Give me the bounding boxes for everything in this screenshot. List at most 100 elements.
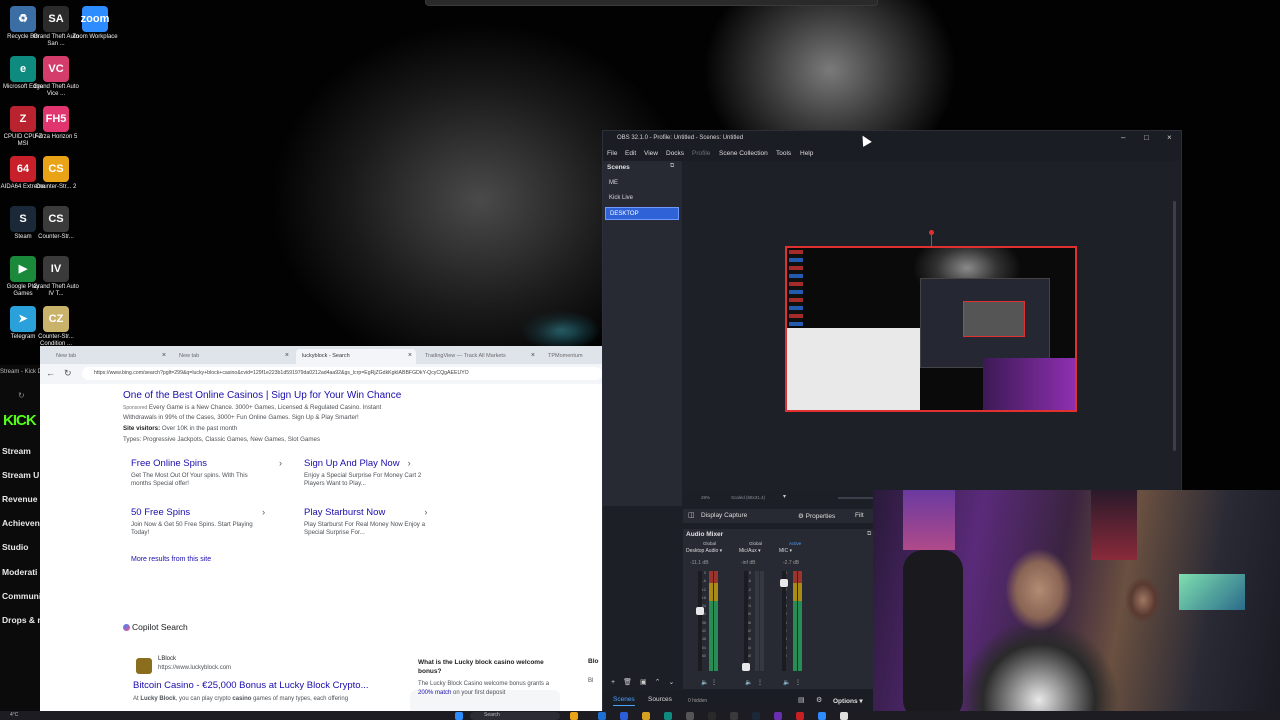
obs-icon[interactable]	[796, 712, 804, 720]
browser-tab-active[interactable]: luckyblock - Search ×	[296, 349, 416, 364]
ad-title-link[interactable]: One of the Best Online Casinos | Sign Up…	[123, 390, 401, 401]
kick-refresh-icon[interactable]: ↻	[18, 391, 25, 400]
menu-docks[interactable]: Docks	[666, 150, 684, 157]
kick-nav-item[interactable]: Drops & r	[2, 615, 41, 625]
weather-readout[interactable]: 4°C	[10, 712, 18, 718]
filter-icon[interactable]: ▣	[640, 679, 655, 686]
app-icon[interactable]	[686, 712, 694, 720]
desktop-icon[interactable]: CS Counter-Str...	[33, 206, 79, 241]
chrome-icon[interactable]	[840, 712, 848, 720]
undock-icon[interactable]: ⧉	[867, 531, 871, 538]
desktop-icon[interactable]: CS Counter-Str... 2	[33, 156, 79, 191]
app-icon[interactable]	[598, 712, 606, 720]
kick-nav-item[interactable]: Studio	[2, 542, 28, 552]
gear-icon[interactable]: ⋮	[711, 679, 717, 686]
close-icon[interactable]: ×	[285, 352, 289, 359]
menu-view[interactable]: View	[644, 150, 658, 157]
trash-icon[interactable]: 🗑	[623, 679, 640, 686]
faq-question[interactable]: What is the Lucky block casino welcome b…	[418, 658, 558, 676]
volume-fader[interactable]	[696, 571, 704, 671]
menu-help[interactable]: Help	[800, 150, 813, 157]
more-results-link[interactable]: More results from this site	[131, 556, 211, 563]
app-icon[interactable]	[818, 712, 826, 720]
kick-dashboard-window[interactable]: Stream - Kick Da ↻ KICK Stream Stream U Re…	[0, 365, 45, 720]
menu-file[interactable]: File	[607, 150, 617, 157]
folder-icon[interactable]	[642, 712, 650, 720]
back-icon[interactable]: ←	[46, 368, 55, 378]
desktop-icon[interactable]: FH5 Forza Horizon 5	[33, 106, 79, 141]
browser-tab[interactable]: New tab ×	[50, 349, 170, 364]
steam-icon[interactable]	[752, 712, 760, 720]
kick-nav-item[interactable]: Moderati	[2, 567, 37, 577]
gear-icon[interactable]: ⚙	[816, 696, 822, 704]
kick-nav-item[interactable]: Stream U	[2, 470, 39, 480]
desktop-icon[interactable]: zoom Zoom Workplace	[72, 6, 118, 41]
tab-scenes[interactable]: Scenes	[613, 696, 635, 706]
gear-icon[interactable]: ⋮	[757, 679, 763, 686]
speaker-icon[interactable]: 🔈	[701, 679, 708, 686]
minimize-icon[interactable]: –	[1121, 133, 1125, 142]
properties-button[interactable]: ⚙ Properties	[798, 512, 835, 520]
tab-sources[interactable]: Sources	[648, 696, 672, 703]
list-icon[interactable]: ▤	[798, 696, 805, 704]
chevron-up-icon[interactable]: ⌃	[655, 679, 669, 686]
options-button[interactable]: Options ▾	[833, 697, 863, 705]
fader-knob[interactable]	[696, 607, 704, 615]
close-icon[interactable]: ×	[531, 352, 535, 359]
scene-item-me[interactable]: ME	[605, 177, 679, 190]
fader-knob[interactable]	[780, 579, 788, 587]
menu-profile[interactable]: Profile	[692, 150, 710, 157]
gear-icon[interactable]: ⋮	[795, 679, 801, 686]
result-title-link[interactable]: Bitcoin Casino - €25,000 Bonus at Lucky …	[133, 680, 369, 691]
menu-edit[interactable]: Edit	[625, 150, 636, 157]
close-icon[interactable]: ×	[408, 352, 412, 359]
scene-item-kick-live[interactable]: Kick Live	[605, 192, 679, 205]
channel-name[interactable]: Mic/Aux ▾	[739, 548, 761, 554]
desktop-icon[interactable]: VC Grand Theft Auto Vice ...	[33, 56, 79, 98]
close-icon[interactable]: ×	[1167, 133, 1172, 142]
app-icon[interactable]	[620, 712, 628, 720]
browser-tab[interactable]: TPMomentum	[542, 349, 602, 364]
app-icon[interactable]	[570, 712, 578, 720]
volume-fader[interactable]	[780, 571, 788, 671]
obs-titlebar[interactable]: OBS 32.1.0 - Profile: Untitled - Scenes:…	[603, 131, 1181, 148]
browser-tab[interactable]: New tab ×	[173, 349, 293, 364]
side-card-title[interactable]: Blo	[588, 658, 598, 665]
channel-name[interactable]: Desktop Audio ▾	[686, 548, 722, 554]
desktop-icon[interactable]: CZ Counter-Str... Condition ...	[33, 306, 79, 348]
sitelink-50-free-spins[interactable]: 50 Free Spins ›	[131, 507, 265, 518]
app-icon[interactable]	[708, 712, 716, 720]
kick-nav-item[interactable]: Achieven	[2, 518, 40, 528]
chevron-down-icon[interactable]: ▾	[783, 493, 786, 500]
kick-nav-item[interactable]: Communi	[2, 591, 41, 601]
desktop-icon[interactable]: IV Grand Theft Auto IV T...	[33, 256, 79, 298]
result-site-url[interactable]: https://www.luckyblock.com	[158, 665, 231, 671]
speaker-icon[interactable]: 🔈	[745, 679, 752, 686]
preview-scrollbar[interactable]	[1173, 201, 1176, 451]
start-icon[interactable]	[455, 712, 463, 720]
kick-tab-label[interactable]: Stream - Kick Da	[0, 369, 45, 375]
fader-knob[interactable]	[742, 663, 750, 671]
app-icon[interactable]	[730, 712, 738, 720]
add-icon[interactable]: +	[611, 679, 623, 686]
preview-canvas[interactable]	[785, 246, 1077, 412]
kick-nav-item[interactable]: Stream	[2, 446, 31, 456]
edge-icon[interactable]	[664, 712, 672, 720]
maximize-icon[interactable]: □	[1144, 133, 1149, 142]
close-icon[interactable]: ×	[162, 352, 166, 359]
undock-icon[interactable]: ⧉	[670, 163, 674, 170]
channel-name[interactable]: MIC ▾	[779, 548, 792, 554]
app-icon[interactable]	[774, 712, 782, 720]
chevron-down-icon[interactable]: ⌄	[668, 679, 682, 686]
speaker-icon[interactable]: 🔈	[783, 679, 790, 686]
sitelink-sign-up[interactable]: Sign Up And Play Now ›	[304, 458, 411, 469]
browser-tab[interactable]: TradingView — Track All Markets ×	[419, 349, 539, 364]
reload-icon[interactable]: ↻	[64, 368, 72, 379]
sitelink-free-spins[interactable]: Free Online Spins ›	[131, 458, 282, 469]
taskbar-search[interactable]: Search	[470, 712, 560, 720]
menu-scene-collection[interactable]: Scene Collection	[719, 150, 768, 157]
menu-tools[interactable]: Tools	[776, 150, 791, 157]
copilot-search-heading[interactable]: Copilot Search	[123, 622, 188, 632]
sitelink-starburst[interactable]: Play Starburst Now ›	[304, 507, 427, 518]
kick-nav-item[interactable]: Revenue	[2, 494, 37, 504]
